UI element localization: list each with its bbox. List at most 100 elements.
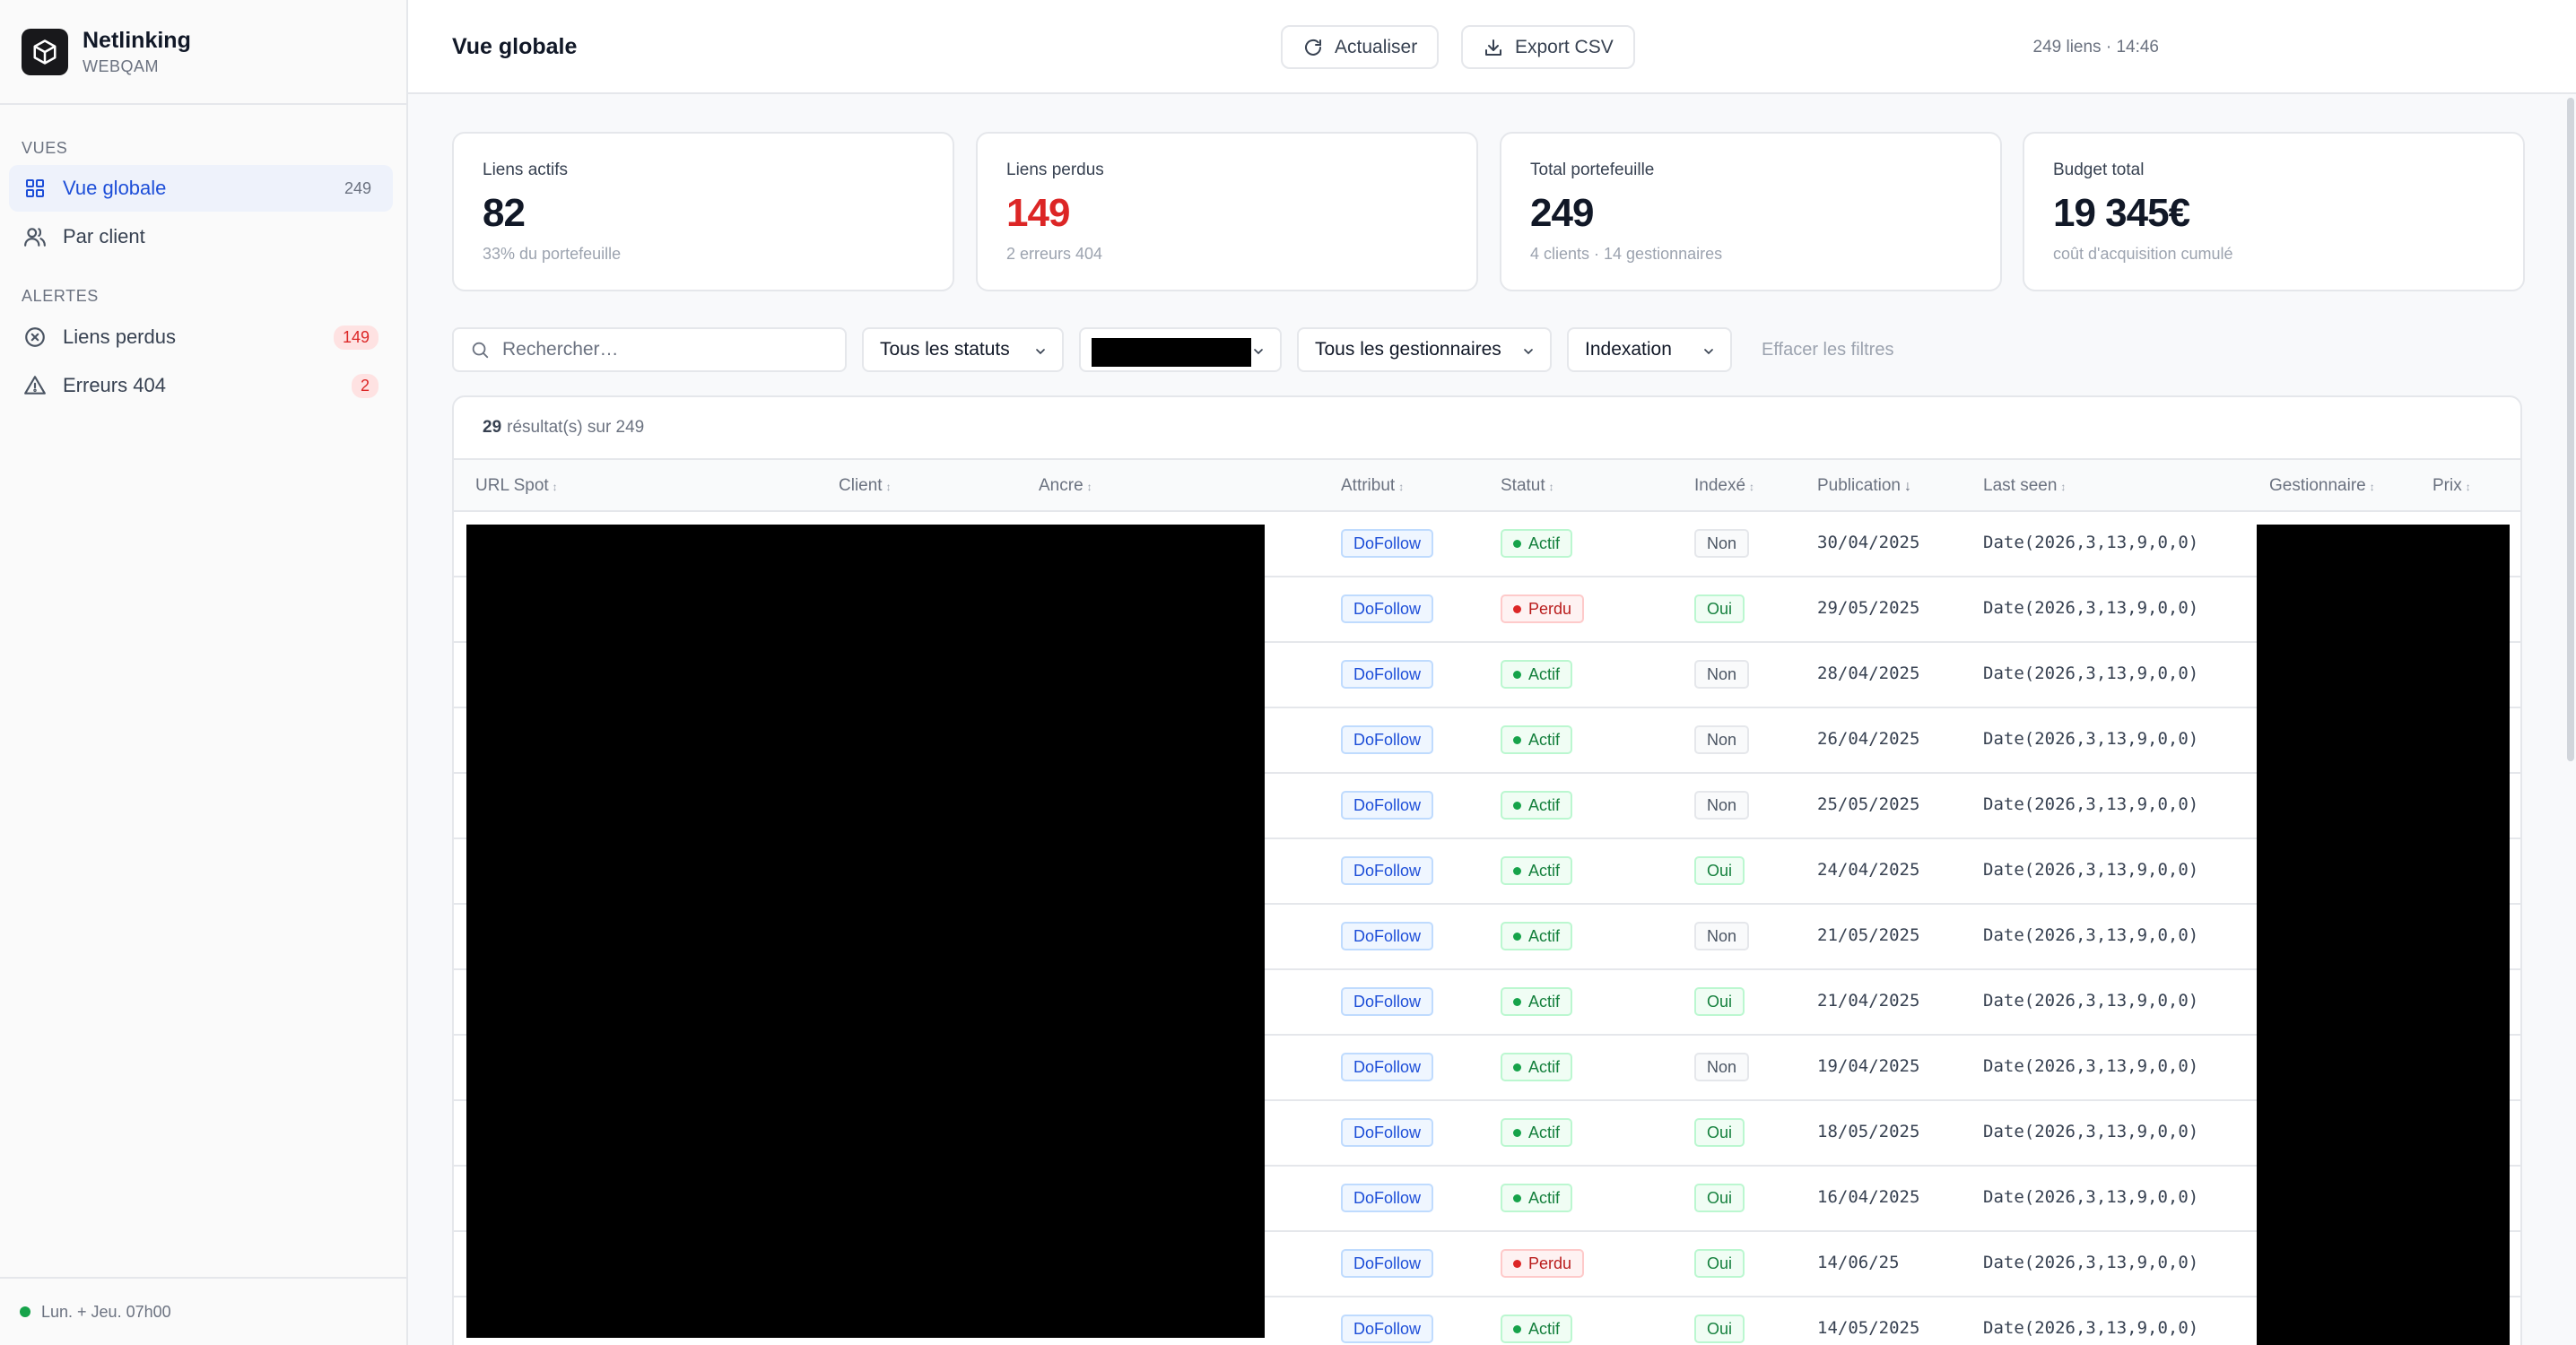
column-header-client[interactable]: Client ↕: [839, 476, 892, 496]
last-seen-value: Date(2026,3,13,9,0,0): [1983, 794, 2199, 814]
attribute-cell: DoFollow: [1341, 987, 1434, 1016]
status-label: Actif: [1528, 664, 1561, 683]
redacted-block: [2257, 525, 2510, 1345]
scrollbar-thumb[interactable]: [2567, 98, 2574, 761]
indexed-badge: Oui: [1694, 1315, 1745, 1343]
status-filter-value: Tous les statuts: [880, 339, 1010, 360]
status-dot: [1513, 801, 1521, 810]
stat-label: Budget total: [2053, 161, 2145, 179]
status-dot: [1513, 1128, 1521, 1137]
last-seen-value: Date(2026,3,13,9,0,0): [1983, 860, 2199, 880]
column-header-attribut[interactable]: Attribut ↕: [1341, 476, 1404, 496]
refresh-button[interactable]: Actualiser: [1281, 25, 1440, 69]
status-cell: Actif: [1501, 1053, 1573, 1081]
attribute-badge: DoFollow: [1341, 725, 1434, 754]
publication-date: 14/06/25: [1817, 1253, 1900, 1272]
search-icon: [472, 342, 489, 359]
column-header-statut[interactable]: Statut ↕: [1501, 476, 1554, 496]
status-badge: Actif: [1501, 1315, 1573, 1343]
sidebar-item-liens-perdus[interactable]: Liens perdus 149: [9, 314, 393, 360]
attribute-cell: DoFollow: [1341, 660, 1434, 689]
attribute-cell: DoFollow: [1341, 922, 1434, 950]
status-dot: [1513, 1324, 1521, 1333]
attribute-cell: DoFollow: [1341, 1118, 1434, 1147]
section-label-views: VUES: [22, 139, 68, 157]
status-dot: [1513, 997, 1521, 1006]
attribute-cell: DoFollow: [1341, 1249, 1434, 1278]
stat-subtext: 33% du portefeuille: [483, 245, 622, 263]
column-header-last-seen[interactable]: Last seen ↕: [1983, 476, 2066, 496]
main-scrollbar[interactable]: [2567, 94, 2576, 1345]
status-label: Actif: [1528, 861, 1561, 880]
managers-filter-value: Tous les gestionnaires: [1315, 339, 1501, 360]
attribute-badge: DoFollow: [1341, 791, 1434, 820]
indexed-cell: Oui: [1694, 594, 1745, 623]
indexation-filter-select[interactable]: Indexation: [1567, 327, 1732, 372]
status-cell: Actif: [1501, 660, 1573, 689]
publication-date: 25/05/2025: [1817, 794, 1920, 814]
status-filter-select[interactable]: Tous les statuts: [862, 327, 1064, 372]
search-box[interactable]: [452, 327, 847, 372]
sidebar-item-label: Vue globale: [63, 177, 167, 199]
indexed-cell: Non: [1694, 791, 1750, 820]
attribute-badge: DoFollow: [1341, 987, 1434, 1016]
last-seen-value: Date(2026,3,13,9,0,0): [1983, 664, 2199, 683]
attribute-badge: DoFollow: [1341, 1053, 1434, 1081]
last-seen-value: Date(2026,3,13,9,0,0): [1983, 991, 2199, 1011]
last-seen-value: Date(2026,3,13,9,0,0): [1983, 1122, 2199, 1141]
results-count: 29: [483, 418, 502, 437]
column-header-publication[interactable]: Publication ↓: [1817, 476, 1911, 496]
indexed-cell: Oui: [1694, 987, 1745, 1016]
chevron-down-icon: [1524, 349, 1533, 355]
status-dot: [1513, 539, 1521, 548]
refresh-icon: [1305, 39, 1321, 56]
sidebar-item-par-client[interactable]: Par client: [9, 213, 393, 260]
indexed-cell: Oui: [1694, 856, 1745, 885]
managers-filter-select[interactable]: Tous les gestionnaires: [1297, 327, 1552, 372]
status-dot: [1513, 1259, 1521, 1268]
attribute-badge: DoFollow: [1341, 856, 1434, 885]
last-seen-value: Date(2026,3,13,9,0,0): [1983, 533, 2199, 552]
brand-subtitle: WEBQAM: [83, 56, 160, 75]
brand-title: Netlinking: [83, 27, 191, 53]
indexed-badge: Oui: [1694, 1249, 1745, 1278]
indexed-badge: Non: [1694, 791, 1750, 820]
sidebar-item-vue-globale[interactable]: Vue globale 249: [9, 165, 393, 212]
indexed-cell: Oui: [1694, 1184, 1745, 1212]
publication-date: 28/04/2025: [1817, 664, 1920, 683]
main-content: Liens actifs 82 33% du portefeuille Lien…: [408, 94, 2576, 1345]
stat-subtext: 4 clients · 14 gestionnaires: [1530, 245, 1723, 263]
sidebar-item-erreurs-404[interactable]: Erreurs 404 2: [9, 362, 393, 409]
status-label: Actif: [1528, 926, 1561, 945]
status-cell: Actif: [1501, 529, 1573, 558]
export-csv-button[interactable]: Export CSV: [1461, 25, 1635, 69]
publication-date: 16/04/2025: [1817, 1187, 1920, 1207]
sidebar: Netlinking WEBQAM VUES Vue globale 249 P…: [0, 0, 408, 1345]
clear-filters-button[interactable]: Effacer les filtres: [1762, 340, 1893, 360]
status-label: Actif: [1528, 992, 1561, 1011]
stat-value: 149: [1006, 191, 1070, 235]
attribute-cell: DoFollow: [1341, 1184, 1434, 1212]
indexed-cell: Non: [1694, 529, 1750, 558]
search-input[interactable]: [502, 339, 825, 360]
client-filter-select[interactable]: [1079, 327, 1282, 372]
column-header-gestionnaire[interactable]: Gestionnaire ↕: [2269, 476, 2375, 496]
attribute-badge: DoFollow: [1341, 1249, 1434, 1278]
publication-date: 26/04/2025: [1817, 729, 1920, 749]
attribute-badge: DoFollow: [1341, 922, 1434, 950]
column-header-url-spot[interactable]: URL Spot ↕: [475, 476, 558, 496]
alert-count-badge: 2: [351, 373, 379, 398]
results-text: résultat(s) sur 249: [507, 418, 645, 437]
publication-date: 19/04/2025: [1817, 1056, 1920, 1076]
chevron-down-icon: [1254, 349, 1263, 355]
last-seen-value: Date(2026,3,13,9,0,0): [1983, 1253, 2199, 1272]
status-badge: Perdu: [1501, 1249, 1585, 1278]
users-icon: [22, 223, 48, 250]
stat-card-total-portefeuille: Total portefeuille 249 4 clients · 14 ge…: [1500, 132, 2002, 291]
column-header-indexe[interactable]: Indexé ↕: [1694, 476, 1754, 496]
column-header-prix[interactable]: Prix ↕: [2432, 476, 2471, 496]
column-header-ancre[interactable]: Ancre ↕: [1039, 476, 1092, 496]
status-dot: [20, 1306, 30, 1317]
publication-date: 18/05/2025: [1817, 1122, 1920, 1141]
status-cell: Actif: [1501, 856, 1573, 885]
